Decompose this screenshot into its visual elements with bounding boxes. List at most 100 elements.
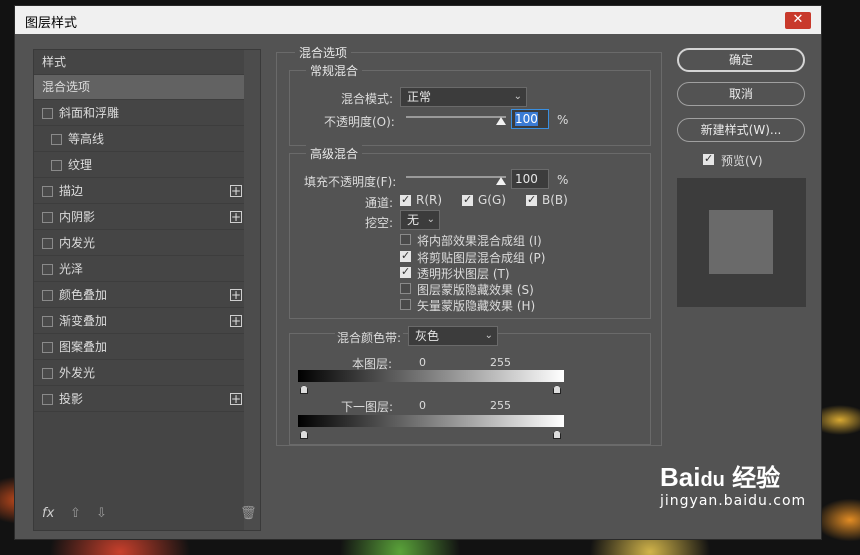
inner-shadow-checkbox[interactable] <box>42 212 53 223</box>
baidu-watermark: Baidu 经验 jingyan.baidu.com <box>660 458 806 509</box>
underlying-max: 255 <box>490 399 511 412</box>
fill-opacity-label: 填充不透明度(F): <box>304 175 397 189</box>
preview-label: 预览(V) <box>721 154 763 168</box>
add-stroke-icon[interactable]: + <box>230 185 242 197</box>
style-item-outer-glow[interactable]: 外发光 <box>34 361 244 386</box>
layer-mask-hides-label: 图层蒙版隐藏效果 (S) <box>417 283 534 297</box>
this-layer-min: 0 <box>419 356 426 369</box>
underlying-gradient[interactable] <box>298 415 564 427</box>
opacity-slider[interactable] <box>406 116 506 118</box>
chevron-down-icon: ⌄ <box>513 91 522 102</box>
styles-list: 样式 混合选项 斜面和浮雕 等高线 纹理 描边 + 内阴影 + 内发光 光泽 颜… <box>33 49 261 531</box>
layer-mask-hides-checkbox[interactable] <box>400 283 411 294</box>
list-scrollbar[interactable] <box>244 50 260 530</box>
add-inner-shadow-icon[interactable]: + <box>230 211 242 223</box>
preview-checkbox[interactable] <box>703 152 714 166</box>
title-bar: 图层样式 ✕ <box>15 6 821 34</box>
vector-mask-hides-label: 矢量蒙版隐藏效果 (H) <box>417 299 536 313</box>
styles-header[interactable]: 样式 <box>34 50 244 75</box>
style-item-bevel-emboss[interactable]: 斜面和浮雕 <box>34 101 244 126</box>
watermark-brand: Bai <box>660 462 701 492</box>
fill-percent: % <box>557 173 569 187</box>
advanced-blending-title: 高级混合 <box>306 145 363 162</box>
bevel-checkbox[interactable] <box>42 108 53 119</box>
delete-icon[interactable]: 🗑 <box>240 506 257 521</box>
stroke-checkbox[interactable] <box>42 186 53 197</box>
move-up-icon[interactable]: ⇧ <box>70 506 81 521</box>
fx-icon[interactable]: fx <box>42 506 54 521</box>
opacity-percent: % <box>557 113 569 127</box>
blend-if-select[interactable]: 灰色 ⌄ <box>408 326 498 346</box>
cancel-button[interactable]: 取消 <box>677 82 805 106</box>
add-gradient-overlay-icon[interactable]: + <box>230 315 242 327</box>
add-drop-shadow-icon[interactable]: + <box>230 393 242 405</box>
watermark-paw: du <box>700 469 725 491</box>
ok-button[interactable]: 确定 <box>677 48 805 72</box>
inner-glow-checkbox[interactable] <box>42 238 53 249</box>
style-item-blending-options[interactable]: 混合选项 <box>34 75 244 100</box>
fill-opacity-slider[interactable] <box>406 176 506 178</box>
move-down-icon[interactable]: ⇩ <box>96 506 107 521</box>
style-item-contour[interactable]: 等高线 <box>34 127 244 152</box>
opacity-input[interactable]: 100 <box>511 109 549 129</box>
blend-mode-label: 混合模式: <box>341 92 394 106</box>
blend-clipped-layers-checkbox[interactable] <box>400 249 411 263</box>
add-color-overlay-icon[interactable]: + <box>230 289 242 301</box>
style-item-stroke[interactable]: 描边 + <box>34 179 244 204</box>
vector-mask-hides-checkbox[interactable] <box>400 299 411 310</box>
fill-opacity-input[interactable]: 100 <box>511 169 549 189</box>
style-item-pattern-overlay[interactable]: 图案叠加 <box>34 335 244 360</box>
blend-interior-effects-checkbox[interactable] <box>400 234 411 245</box>
style-item-gradient-overlay[interactable]: 渐变叠加 + <box>34 309 244 334</box>
channels-label: 通道: <box>365 196 394 210</box>
new-style-button[interactable]: 新建样式(W)... <box>677 118 805 142</box>
satin-checkbox[interactable] <box>42 264 53 275</box>
underlying-min: 0 <box>419 399 426 412</box>
knockout-select[interactable]: 无 ⌄ <box>400 210 440 230</box>
channel-b-checkbox[interactable] <box>526 193 537 207</box>
contour-checkbox[interactable] <box>51 134 62 145</box>
knockout-label: 挖空: <box>365 216 394 230</box>
blend-interior-effects-label: 将内部效果混合成组 (I) <box>417 234 542 248</box>
texture-checkbox[interactable] <box>51 160 62 171</box>
blend-if-group <box>289 333 651 445</box>
style-item-inner-glow[interactable]: 内发光 <box>34 231 244 256</box>
preview-swatch <box>709 210 773 274</box>
blend-mode-select[interactable]: 正常 ⌄ <box>400 87 527 107</box>
color-overlay-checkbox[interactable] <box>42 290 53 301</box>
style-item-texture[interactable]: 纹理 <box>34 153 244 178</box>
this-layer-gradient[interactable] <box>298 370 564 382</box>
gradient-overlay-checkbox[interactable] <box>42 316 53 327</box>
watermark-cn: 经验 <box>732 465 781 492</box>
transparency-shapes-checkbox[interactable] <box>400 265 411 279</box>
channel-g-checkbox[interactable] <box>462 193 473 207</box>
underlying-layer-label: 下一图层: <box>341 400 394 414</box>
channel-b-label: B(B) <box>542 193 568 207</box>
style-item-color-overlay[interactable]: 颜色叠加 + <box>34 283 244 308</box>
preview-thumbnail <box>677 178 806 307</box>
drop-shadow-checkbox[interactable] <box>42 394 53 405</box>
pattern-overlay-checkbox[interactable] <box>42 342 53 353</box>
transparency-shapes-label: 透明形状图层 (T) <box>417 267 510 281</box>
style-item-drop-shadow[interactable]: 投影 + <box>34 387 244 412</box>
general-blending-group: 常规混合 <box>289 62 651 146</box>
opacity-label: 不透明度(O): <box>324 115 395 129</box>
close-button[interactable]: ✕ <box>785 12 811 29</box>
channel-r-label: R(R) <box>416 193 443 207</box>
chevron-down-icon: ⌄ <box>426 214 435 225</box>
outer-glow-checkbox[interactable] <box>42 368 53 379</box>
channel-g-label: G(G) <box>478 193 506 207</box>
style-item-inner-shadow[interactable]: 内阴影 + <box>34 205 244 230</box>
this-layer-max: 255 <box>490 356 511 369</box>
watermark-url: jingyan.baidu.com <box>660 493 807 509</box>
opacity-slider-thumb[interactable] <box>496 117 506 125</box>
dialog-title: 图层样式 <box>25 16 78 31</box>
general-blending-title: 常规混合 <box>306 62 363 79</box>
style-item-satin[interactable]: 光泽 <box>34 257 244 282</box>
blend-clipped-layers-label: 将剪贴图层混合成组 (P) <box>417 251 546 265</box>
blend-if-label: 混合颜色带: <box>335 329 404 346</box>
fill-opacity-slider-thumb[interactable] <box>496 177 506 185</box>
channel-r-checkbox[interactable] <box>400 193 411 207</box>
blending-options-title: 混合选项 <box>295 44 352 61</box>
chevron-down-icon: ⌄ <box>484 330 493 341</box>
